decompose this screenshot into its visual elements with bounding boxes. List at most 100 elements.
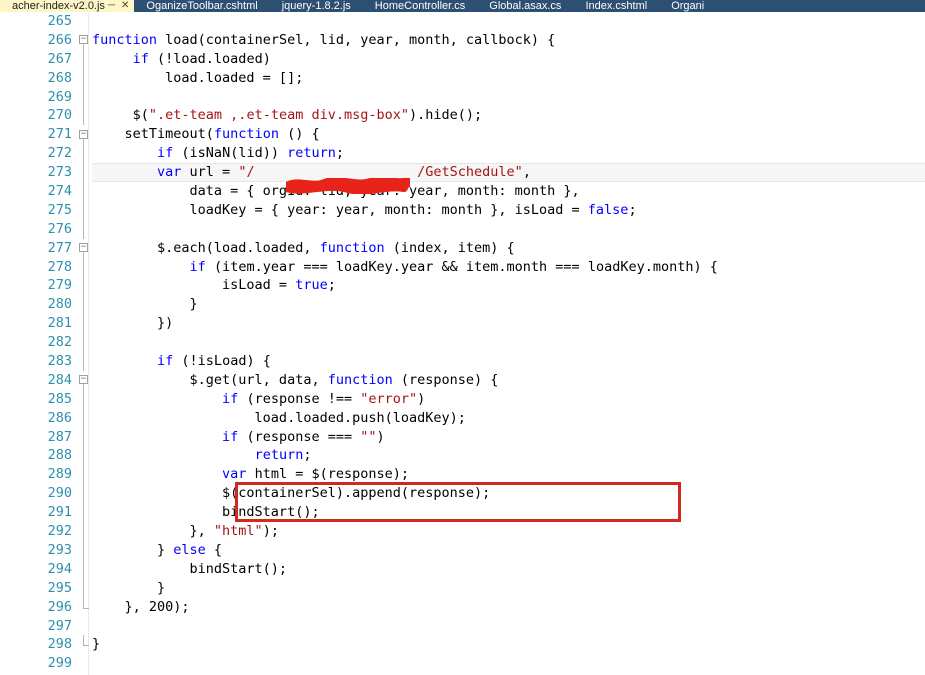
code-line[interactable]: 270 $(".et-team ,.et-team div.msg-box").… bbox=[0, 106, 925, 126]
code-line[interactable]: 275 loadKey = { year: year, month: month… bbox=[0, 200, 925, 220]
line-number: 291 bbox=[47, 504, 72, 521]
line-number: 273 bbox=[47, 164, 72, 181]
code-line[interactable]: 289 var html = $(response); bbox=[0, 465, 925, 485]
code-token: isLoad = bbox=[92, 277, 296, 294]
fold-guide-line bbox=[83, 540, 84, 560]
close-icon[interactable]: ✕ bbox=[118, 0, 132, 12]
editor-tab-label: acher-index-v2.0.js bbox=[12, 0, 105, 12]
line-number: 295 bbox=[47, 579, 72, 596]
code-line[interactable]: 286 load.loaded.push(loadKey); bbox=[0, 408, 925, 428]
editor-tab-5[interactable]: Index.cshtml bbox=[573, 0, 659, 12]
code-line[interactable]: 294 bindStart(); bbox=[0, 559, 925, 579]
code-line[interactable]: 272 if (isNaN(lid)) return; bbox=[0, 144, 925, 164]
code-line[interactable]: 279 isLoad = true; bbox=[0, 276, 925, 296]
code-line[interactable]: 288 return; bbox=[0, 446, 925, 466]
editor-tab-bar[interactable]: acher-index-v2.0.js ─ ✕ OganizeToolbar.csht… bbox=[0, 0, 925, 12]
code-line[interactable]: 274 data = { orgId: lid, year: year, mon… bbox=[0, 182, 925, 201]
line-number: 277 bbox=[47, 239, 72, 256]
fold-guide-line bbox=[83, 182, 84, 201]
code-token: (isNaN(lid)) bbox=[173, 145, 288, 162]
code-line[interactable]: 281 }) bbox=[0, 314, 925, 334]
code-token: $.each(load.loaded, bbox=[92, 239, 320, 256]
code-line[interactable]: 278 if (item.year === loadKey.year && it… bbox=[0, 257, 925, 277]
code-token: function bbox=[327, 371, 393, 388]
code-line[interactable]: 282 bbox=[0, 333, 925, 353]
fold-guide-line bbox=[83, 559, 84, 579]
fold-guide-line bbox=[83, 49, 84, 69]
code-line[interactable]: 269 bbox=[0, 87, 925, 107]
code-line[interactable]: 276 bbox=[0, 219, 925, 239]
code-line[interactable]: 273 var url = "/ /GetSchedule", bbox=[0, 163, 925, 183]
code-token: return bbox=[287, 145, 336, 162]
fold-guide-end bbox=[83, 635, 89, 647]
editor-tab-0[interactable]: acher-index-v2.0.js ─ ✕ bbox=[0, 0, 135, 12]
collapse-minus-icon[interactable]: − bbox=[79, 375, 88, 385]
code-token: (response !== bbox=[238, 390, 361, 407]
line-number: 286 bbox=[47, 409, 72, 426]
code-token: (item.year === loadKey.year && item.mont… bbox=[205, 258, 718, 275]
editor-tab-2[interactable]: jquery-1.8.2.js bbox=[270, 0, 363, 12]
code-token: loadKey = { year: year, month: month }, … bbox=[92, 201, 588, 218]
line-number: 275 bbox=[47, 201, 72, 218]
code-line[interactable]: 284− $.get(url, data, function (response… bbox=[0, 371, 925, 390]
code-line-text: $(".et-team ,.et-team div.msg-box").hide… bbox=[92, 106, 483, 125]
code-line[interactable]: 293 } else { bbox=[0, 540, 925, 560]
line-number: 282 bbox=[47, 334, 72, 351]
code-line[interactable]: 267 if (!load.loaded) bbox=[0, 49, 925, 69]
code-line[interactable]: 265 bbox=[0, 12, 925, 31]
code-line-text: }, "html"); bbox=[92, 522, 279, 541]
code-line[interactable]: 295 } bbox=[0, 578, 925, 598]
collapse-minus-icon[interactable]: − bbox=[79, 129, 88, 139]
code-token: true bbox=[295, 277, 328, 294]
code-line[interactable]: 299 bbox=[0, 654, 925, 673]
collapse-minus-icon[interactable]: − bbox=[79, 243, 88, 253]
code-line[interactable]: 298} bbox=[0, 635, 925, 654]
code-line[interactable]: 291 bindStart(); bbox=[0, 503, 925, 523]
line-number: 298 bbox=[47, 636, 72, 653]
code-line[interactable]: 266− function load(containerSel, lid, yea… bbox=[0, 31, 925, 50]
pin-icon[interactable]: ─ bbox=[105, 0, 118, 12]
code-line[interactable]: 271− setTimeout(function () { bbox=[0, 125, 925, 145]
collapse-minus-icon[interactable]: − bbox=[79, 35, 88, 45]
code-token: (!isLoad) { bbox=[173, 353, 271, 370]
code-line-text: setTimeout(function () { bbox=[92, 125, 320, 144]
editor-tab-1[interactable]: OganizeToolbar.cshtml bbox=[134, 0, 269, 12]
editor-tab-label: Index.cshtml bbox=[585, 0, 648, 12]
code-token: "/ /GetSchedule" bbox=[238, 164, 523, 181]
code-editor-pane[interactable]: 265 266− function load(containerSel, lid, … bbox=[0, 12, 925, 675]
fold-guide-line bbox=[83, 87, 84, 107]
code-line[interactable]: 283 if (!isLoad) { bbox=[0, 352, 925, 371]
code-line[interactable]: 296 }, 200); bbox=[0, 597, 925, 617]
code-token: }, bbox=[92, 598, 149, 615]
code-line[interactable]: 280 } bbox=[0, 295, 925, 315]
fold-guide-line bbox=[83, 276, 84, 296]
line-number: 296 bbox=[47, 598, 72, 615]
editor-tab-3[interactable]: HomeController.cs bbox=[363, 0, 477, 12]
code-line-text: } bbox=[92, 635, 100, 654]
code-line-list[interactable]: 265 266− function load(containerSel, lid, … bbox=[0, 12, 925, 673]
code-line[interactable]: 268 load.loaded = []; bbox=[0, 68, 925, 88]
editor-tab-label: OganizeToolbar.cshtml bbox=[146, 0, 258, 12]
fold-guide-line bbox=[83, 465, 84, 485]
code-line-text: data = { orgId: lid, year: year, month: … bbox=[92, 182, 580, 201]
code-line[interactable]: 277− $.each(load.loaded, function (index… bbox=[0, 239, 925, 258]
code-line[interactable]: 285 if (response !== "error") bbox=[0, 389, 925, 409]
code-line[interactable]: 297 bbox=[0, 617, 925, 636]
code-token: load.loaded.push(loadKey); bbox=[92, 409, 466, 426]
fold-guide-line bbox=[83, 106, 84, 126]
editor-tab-6[interactable]: Organi bbox=[659, 0, 716, 12]
code-token: "" bbox=[360, 428, 377, 445]
code-token: if bbox=[222, 390, 239, 407]
code-line[interactable]: 287 if (response === "") bbox=[0, 427, 925, 447]
line-number: 268 bbox=[47, 69, 72, 86]
editor-tab-4[interactable]: Global.asax.cs bbox=[477, 0, 573, 12]
fold-guide-line bbox=[83, 314, 84, 334]
line-number: 288 bbox=[47, 447, 72, 464]
code-line[interactable]: 290 $(containerSel).append(response); bbox=[0, 484, 925, 504]
code-token: url = bbox=[181, 164, 239, 181]
code-token: } bbox=[92, 541, 174, 558]
fold-guide-line bbox=[83, 295, 84, 315]
code-line[interactable]: 292 }, "html"); bbox=[0, 522, 925, 541]
